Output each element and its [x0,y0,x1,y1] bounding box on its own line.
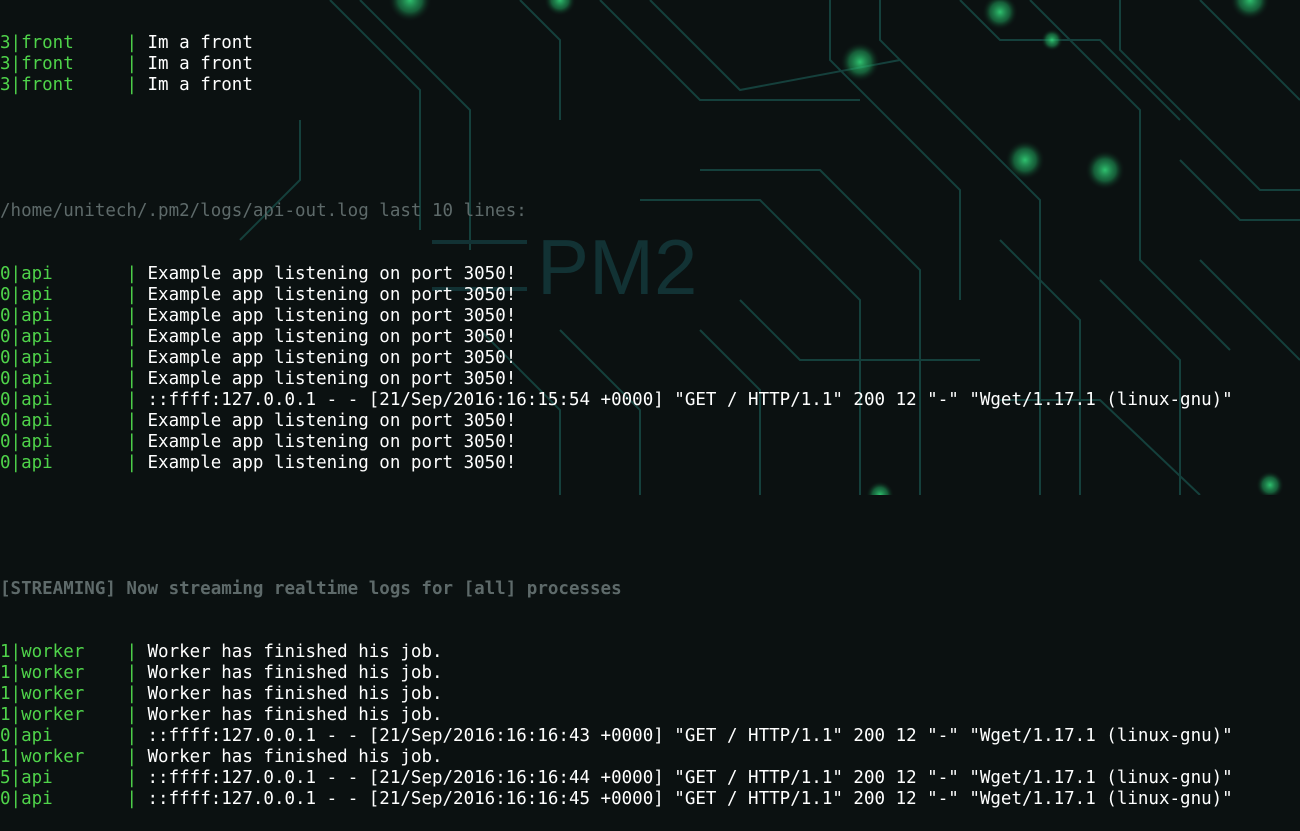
process-prefix: 0|api [0,327,127,347]
log-line: 3|front | Im a front [0,54,1300,75]
log-message: Example app listening on port 3050! [147,285,517,305]
pipe-separator: | [126,684,148,704]
process-prefix: 0|api [0,432,127,452]
process-prefix: 5|api [0,768,127,788]
log-line: 0|api | Example app listening on port 30… [0,285,1300,306]
log-message: ::ffff:127.0.0.1 - - [21/Sep/2016:16:16:… [147,789,1233,809]
pipe-separator: | [126,642,148,662]
process-prefix: 1|worker [0,705,127,725]
process-prefix: 0|api [0,390,127,410]
stream-log-lines: 1|worker | Worker has finished his job. 1… [0,642,1300,810]
log-message: Example app listening on port 3050! [147,264,517,284]
log-line: 3|front | Im a front [0,33,1300,54]
pipe-separator: | [126,663,148,683]
log-message: ::ffff:127.0.0.1 - - [21/Sep/2016:16:16:… [147,768,1233,788]
log-message: Example app listening on port 3050! [147,411,517,431]
pipe-separator: | [126,453,148,473]
process-prefix: 0|api [0,285,127,305]
log-line: 1|worker | Worker has finished his job. [0,705,1300,726]
pipe-separator: | [126,264,148,284]
front-log-lines: 3|front | Im a front 3|front | Im a front… [0,33,1300,96]
process-prefix: 0|api [0,369,127,389]
pipe-separator: | [126,390,148,410]
log-message: Worker has finished his job. [147,642,443,662]
log-line: 1|worker | Worker has finished his job. [0,663,1300,684]
log-line: 1|worker | Worker has finished his job. [0,642,1300,663]
log-message: Example app listening on port 3050! [147,453,517,473]
log-message: Example app listening on port 3050! [147,432,517,452]
log-message: Example app listening on port 3050! [147,306,517,326]
process-prefix: 0|api [0,306,127,326]
pipe-separator: | [126,747,148,767]
log-message: Im a front [147,54,253,74]
process-prefix: 1|worker [0,747,127,767]
pipe-separator: | [126,705,148,725]
log-line: 0|api | Example app listening on port 30… [0,327,1300,348]
terminal-output: 3|front | Im a front 3|front | Im a front… [0,0,1300,831]
log-message: Im a front [147,33,253,53]
log-line: 0|api | Example app listening on port 30… [0,411,1300,432]
pipe-separator: | [126,411,148,431]
api-log-header: /home/unitech/.pm2/logs/api-out.log last… [0,201,527,221]
log-message: Worker has finished his job. [147,705,443,725]
pipe-separator: | [126,54,148,74]
process-prefix: 3|front [0,75,127,95]
log-message: ::ffff:127.0.0.1 - - [21/Sep/2016:16:16:… [147,726,1233,746]
process-prefix: 0|api [0,789,127,809]
log-line: 0|api | Example app listening on port 30… [0,369,1300,390]
log-line: 0|api | ::ffff:127.0.0.1 - - [21/Sep/201… [0,390,1300,411]
log-message: Im a front [147,75,253,95]
process-prefix: 0|api [0,348,127,368]
log-line: 3|front | Im a front [0,75,1300,96]
pipe-separator: | [126,369,148,389]
streaming-header: [STREAMING] Now streaming realtime logs … [0,579,622,599]
log-line: 0|api | Example app listening on port 30… [0,264,1300,285]
log-message: Example app listening on port 3050! [147,327,517,347]
pipe-separator: | [126,789,148,809]
process-prefix: 1|worker [0,663,127,683]
log-message: Example app listening on port 3050! [147,348,517,368]
log-line: 0|api | Example app listening on port 30… [0,306,1300,327]
log-line: 0|api | ::ffff:127.0.0.1 - - [21/Sep/201… [0,726,1300,747]
log-message: ::ffff:127.0.0.1 - - [21/Sep/2016:16:15:… [147,390,1233,410]
pipe-separator: | [126,432,148,452]
log-line: 0|api | Example app listening on port 30… [0,453,1300,474]
process-prefix: 3|front [0,33,127,53]
log-line: 5|api | ::ffff:127.0.0.1 - - [21/Sep/201… [0,768,1300,789]
pipe-separator: | [126,306,148,326]
pipe-separator: | [126,348,148,368]
log-message: Worker has finished his job. [147,684,443,704]
api-log-lines: 0|api | Example app listening on port 30… [0,264,1300,474]
log-message: Worker has finished his job. [147,663,443,683]
pipe-separator: | [126,285,148,305]
log-message: Example app listening on port 3050! [147,369,517,389]
pipe-separator: | [126,33,148,53]
log-line: 1|worker | Worker has finished his job. [0,684,1300,705]
pipe-separator: | [126,726,148,746]
process-prefix: 3|front [0,54,127,74]
process-prefix: 0|api [0,264,127,284]
process-prefix: 0|api [0,411,127,431]
pipe-separator: | [126,75,148,95]
process-prefix: 1|worker [0,684,127,704]
log-line: 0|api | Example app listening on port 30… [0,348,1300,369]
process-prefix: 0|api [0,453,127,473]
log-line: 1|worker | Worker has finished his job. [0,747,1300,768]
log-line: 0|api | Example app listening on port 30… [0,432,1300,453]
log-message: Worker has finished his job. [147,747,443,767]
pipe-separator: | [126,768,148,788]
log-line: 0|api | ::ffff:127.0.0.1 - - [21/Sep/201… [0,789,1300,810]
process-prefix: 0|api [0,726,127,746]
process-prefix: 1|worker [0,642,127,662]
pipe-separator: | [126,327,148,347]
